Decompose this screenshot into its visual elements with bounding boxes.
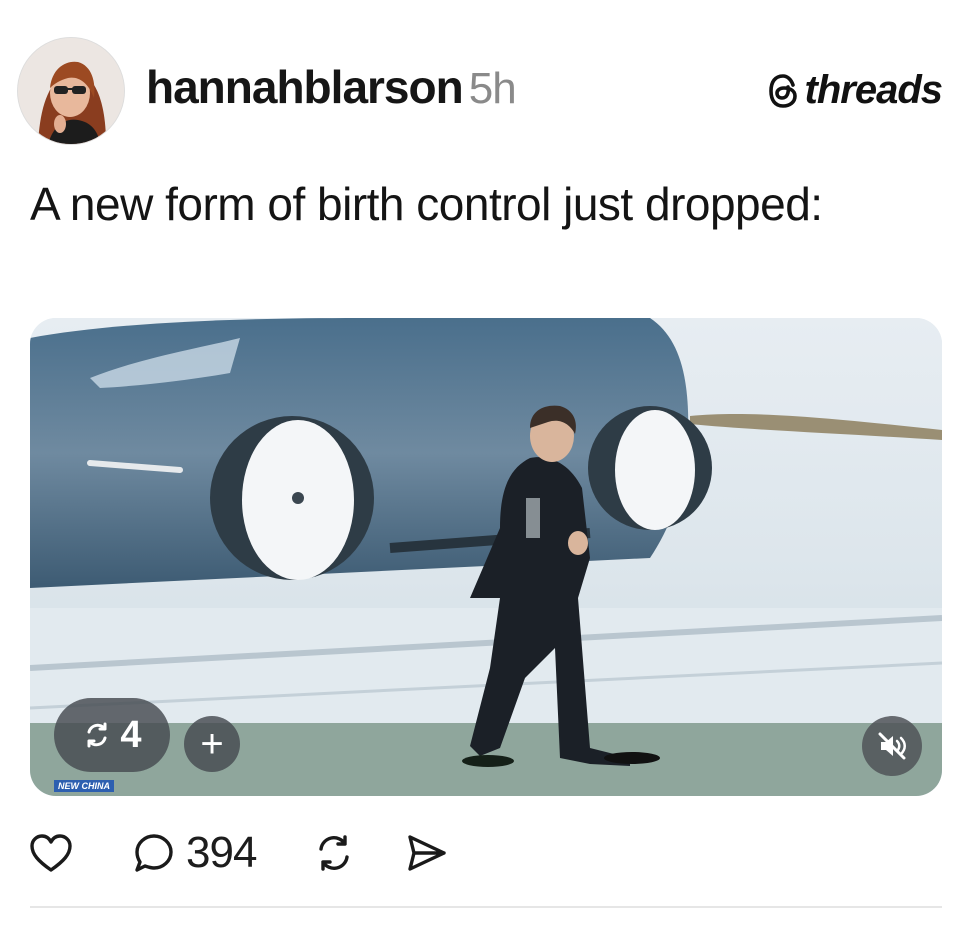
- mute-toggle-button[interactable]: [862, 716, 922, 776]
- avatar-image: [18, 38, 124, 144]
- channel-watermark: NEW CHINA: [54, 780, 114, 792]
- repost-count: 4: [120, 713, 142, 756]
- post-actions: 394: [28, 825, 448, 881]
- speaker-muted-icon: [878, 732, 906, 760]
- send-icon: [408, 835, 447, 871]
- post-header: hannahblarson 5h threads: [18, 38, 943, 148]
- brand-label: threads: [804, 68, 943, 112]
- threads-brand: threads: [767, 68, 943, 113]
- reply-count: 394: [186, 828, 257, 877]
- reply-button[interactable]: 394: [132, 828, 257, 878]
- repost-icon: [319, 835, 350, 871]
- repost-button[interactable]: [312, 831, 356, 875]
- post-caption: A new form of birth control just dropped…: [30, 178, 823, 230]
- comment-icon: [135, 834, 173, 872]
- username[interactable]: hannahblarson: [146, 61, 464, 113]
- post-author[interactable]: hannahblarson 5h: [146, 60, 517, 114]
- avatar[interactable]: [18, 38, 124, 144]
- post-divider: [30, 906, 942, 908]
- repost-icon: [87, 722, 107, 748]
- share-button[interactable]: [404, 831, 448, 875]
- repost-count-badge[interactable]: 4: [54, 698, 170, 772]
- heart-icon: [30, 834, 72, 872]
- like-button[interactable]: [28, 832, 74, 874]
- threads-logo-icon: [768, 73, 797, 108]
- add-button[interactable]: +: [184, 716, 240, 772]
- post-time: 5h: [468, 64, 517, 113]
- post-video[interactable]: 4 + NEW CHINA: [30, 318, 942, 796]
